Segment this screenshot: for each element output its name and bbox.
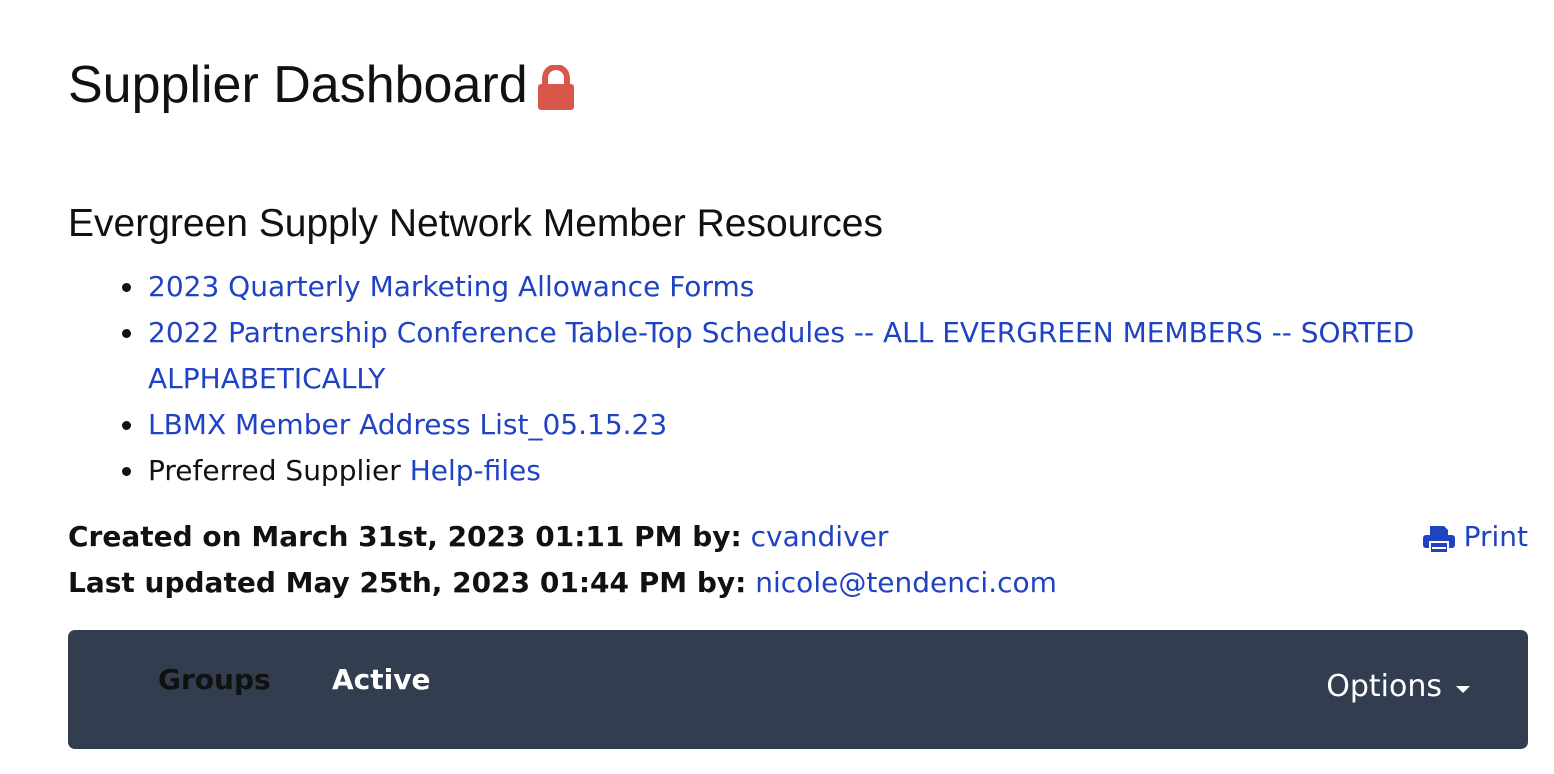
resources-title: Evergreen Supply Network Member Resource… bbox=[68, 202, 884, 245]
lock-icon bbox=[536, 59, 576, 110]
bullet bbox=[122, 467, 131, 476]
caret-down-icon bbox=[1456, 685, 1470, 693]
resource-link-address-list[interactable]: LBMX Member Address List_05.15.23 bbox=[148, 408, 667, 441]
list-item-prefix: Preferred Supplier bbox=[148, 454, 410, 487]
options-label: Options bbox=[1326, 669, 1442, 704]
list-item: Preferred Supplier Help-files bbox=[122, 448, 1528, 494]
page-title: Supplier Dashboard bbox=[68, 50, 576, 120]
updated-info: Last updated May 25th, 2023 01:44 PM by:… bbox=[68, 560, 1528, 606]
updated-by-link[interactable]: nicole@tendenci.com bbox=[755, 566, 1057, 599]
bullet bbox=[122, 283, 131, 292]
created-by-link[interactable]: cvandiver bbox=[751, 520, 889, 553]
created-label: Created on March 31st, 2023 01:11 PM by: bbox=[68, 520, 742, 553]
bullet bbox=[122, 421, 131, 430]
tab-groups[interactable]: Groups bbox=[158, 660, 271, 700]
bullet bbox=[122, 329, 131, 338]
print-button[interactable]: Print bbox=[1422, 514, 1528, 560]
resource-link-help-files[interactable]: Help-files bbox=[410, 454, 541, 487]
list-item: 2023 Quarterly Marketing Allowance Forms bbox=[122, 264, 1528, 310]
options-dropdown[interactable]: Options bbox=[1326, 666, 1470, 708]
page-meta: Created on March 31st, 2023 01:11 PM by:… bbox=[68, 514, 1528, 606]
resource-link-conference-schedules[interactable]: 2022 Partnership Conference Table-Top Sc… bbox=[148, 316, 1414, 395]
dashboard-navbar: Groups Active Options bbox=[68, 630, 1528, 749]
updated-label: Last updated May 25th, 2023 01:44 PM by: bbox=[68, 566, 747, 599]
print-label: Print bbox=[1463, 520, 1528, 553]
resource-list: 2023 Quarterly Marketing Allowance Forms… bbox=[68, 264, 1528, 494]
list-item: 2022 Partnership Conference Table-Top Sc… bbox=[122, 310, 1528, 402]
page-title-text: Supplier Dashboard bbox=[68, 56, 528, 114]
print-icon bbox=[1422, 522, 1456, 554]
list-item: LBMX Member Address List_05.15.23 bbox=[122, 402, 1528, 448]
created-info: Created on March 31st, 2023 01:11 PM by:… bbox=[68, 514, 1528, 560]
tab-active[interactable]: Active bbox=[332, 660, 431, 700]
resource-link-marketing-forms[interactable]: 2023 Quarterly Marketing Allowance Forms bbox=[148, 270, 754, 303]
